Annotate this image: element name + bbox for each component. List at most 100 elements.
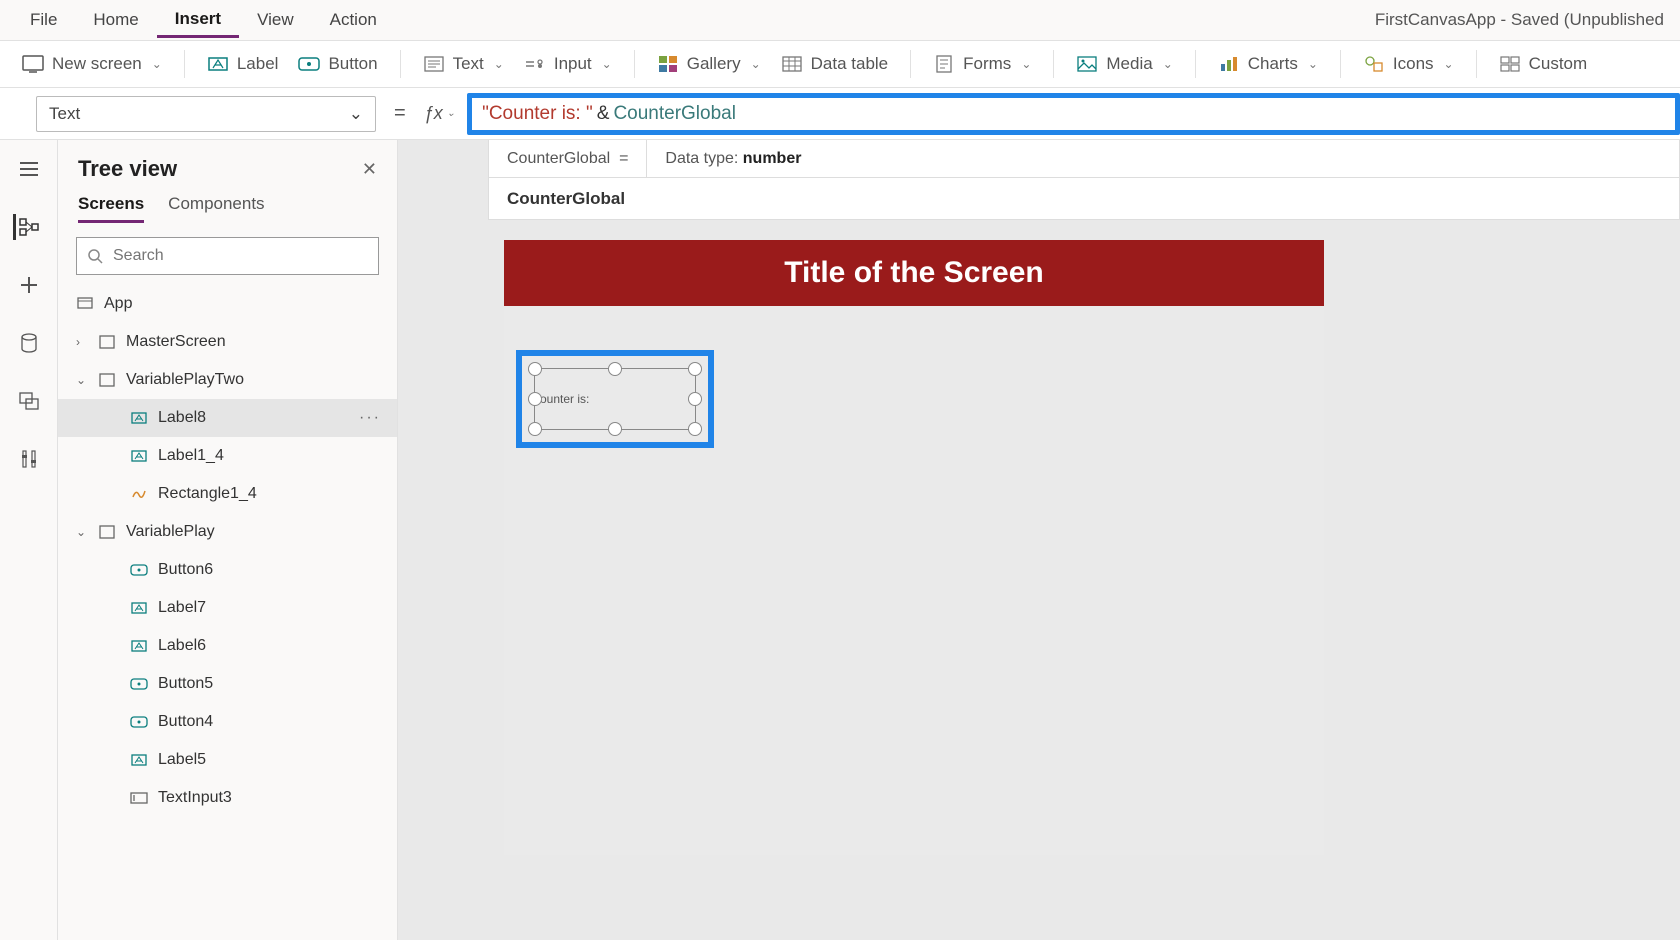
selected-control-highlight[interactable]: ounter is: [516, 350, 714, 448]
icons-button[interactable]: Icons ⌄ [1353, 50, 1464, 78]
resize-handle-ml[interactable] [528, 392, 542, 406]
tree-item-button5[interactable]: Button5 [58, 665, 397, 703]
tree-item-variableplay[interactable]: ⌄VariablePlay [58, 513, 397, 551]
resize-handle-bm[interactable] [608, 422, 622, 436]
menu-insert[interactable]: Insert [157, 3, 239, 38]
formula-identifier: CounterGlobal [613, 103, 736, 125]
resize-handle-tl[interactable] [528, 362, 542, 376]
variable-expression: CounterGlobal = [489, 140, 647, 177]
intellisense-suggestion[interactable]: CounterGlobal [488, 178, 1680, 220]
menu-view[interactable]: View [239, 4, 312, 36]
chevron-down-icon: ⌄ [1021, 57, 1031, 71]
expand-icon[interactable]: › [76, 335, 88, 349]
search-input[interactable] [113, 247, 368, 265]
divider [1053, 50, 1054, 78]
data-type-label: Data type: [665, 150, 742, 168]
text-icon [423, 54, 445, 74]
body: Tree view ✕ Screens Components App›Maste… [0, 140, 1680, 940]
media-panel-icon[interactable] [15, 388, 43, 414]
input-icon [524, 54, 546, 74]
resize-handle-bl[interactable] [528, 422, 542, 436]
button-button[interactable]: Button [288, 50, 387, 78]
tree-view-icon[interactable] [13, 214, 41, 240]
tab-components[interactable]: Components [168, 194, 264, 223]
expand-icon[interactable]: ⌄ [76, 373, 88, 387]
resize-handle-tr[interactable] [688, 362, 702, 376]
text-btn-label: Text [453, 54, 484, 74]
label-icon [130, 600, 148, 616]
tree-header: Tree view ✕ [58, 140, 397, 194]
media-btn-label: Media [1106, 54, 1152, 74]
tree-item-label: Label8 [158, 409, 206, 427]
chevron-down-icon: ⌄ [602, 57, 612, 71]
data-table-button[interactable]: Data table [771, 50, 899, 78]
tree-item-label: Label7 [158, 599, 206, 617]
hamburger-icon[interactable] [15, 156, 43, 182]
tree-item-label: Button5 [158, 675, 213, 693]
menu-bar: File Home Insert View Action FirstCanvas… [0, 0, 1680, 40]
screen-title-bar: Title of the Screen [504, 240, 1324, 306]
tree-item-textinput3[interactable]: TextInput3 [58, 779, 397, 817]
close-icon[interactable]: ✕ [362, 159, 377, 180]
tree-item-label6[interactable]: Label6 [58, 627, 397, 665]
charts-btn-label: Charts [1248, 54, 1298, 74]
divider [910, 50, 911, 78]
divider [1340, 50, 1341, 78]
tools-icon[interactable] [15, 446, 43, 472]
label-btn-label: Label [237, 54, 279, 74]
tree-item-label5[interactable]: Label5 [58, 741, 397, 779]
expand-icon[interactable]: ⌄ [76, 525, 88, 539]
menu-action[interactable]: Action [312, 4, 395, 36]
more-icon[interactable]: ··· [359, 409, 381, 427]
menu-file[interactable]: File [12, 4, 75, 36]
canvas-screen[interactable]: Title of the Screen [504, 240, 1324, 855]
selected-label-text: ounter is: [540, 392, 589, 406]
text-button[interactable]: Text ⌄ [413, 50, 514, 78]
chevron-down-icon: ⌄ [152, 57, 162, 71]
formula-input[interactable]: "Counter is: " & CounterGlobal [467, 93, 1680, 135]
formula-operator: & [593, 103, 614, 125]
label-button[interactable]: Label [197, 50, 289, 78]
charts-button[interactable]: Charts ⌄ [1208, 50, 1328, 78]
tab-screens[interactable]: Screens [78, 194, 144, 223]
canvas-area[interactable]: CounterGlobal = Data type: number Counte… [398, 140, 1680, 940]
charts-icon [1218, 54, 1240, 74]
data-icon[interactable] [15, 330, 43, 356]
forms-button[interactable]: Forms ⌄ [923, 50, 1041, 78]
tree-item-label7[interactable]: Label7 [58, 589, 397, 627]
divider [634, 50, 635, 78]
button-icon [130, 676, 148, 692]
icons-btn-label: Icons [1393, 54, 1434, 74]
tree-item-label1_4[interactable]: Label1_4 [58, 437, 397, 475]
custom-icon [1499, 54, 1521, 74]
add-icon[interactable] [15, 272, 43, 298]
new-screen-button[interactable]: New screen ⌄ [12, 50, 172, 78]
media-button[interactable]: Media ⌄ [1066, 50, 1182, 78]
chevron-down-icon: ⌄ [447, 108, 455, 119]
button-btn-label: Button [328, 54, 377, 74]
tree-search[interactable] [76, 237, 379, 275]
tree-item-label8[interactable]: Label8 ··· [58, 399, 397, 437]
menu-home[interactable]: Home [75, 4, 156, 36]
resize-handle-br[interactable] [688, 422, 702, 436]
tree-item-rectangle1_4[interactable]: Rectangle1_4 [58, 475, 397, 513]
intellisense-info: CounterGlobal = Data type: number [488, 140, 1680, 178]
tree-item-label: Button6 [158, 561, 213, 579]
tree-list[interactable]: App›MasterScreen⌄VariablePlayTwo Label8 ··… [58, 285, 397, 940]
resize-handle-tm[interactable] [608, 362, 622, 376]
tree-item-variableplaytwo[interactable]: ⌄VariablePlayTwo [58, 361, 397, 399]
fx-button[interactable]: ƒx⌄ [424, 103, 455, 124]
property-selector[interactable]: Text ⌄ [36, 96, 376, 132]
tree-item-label: TextInput3 [158, 789, 232, 807]
tree-item-app[interactable]: App [58, 285, 397, 323]
tree-item-button6[interactable]: Button6 [58, 551, 397, 589]
custom-btn-label: Custom [1529, 54, 1588, 74]
gallery-button[interactable]: Gallery ⌄ [647, 50, 771, 78]
forms-icon [933, 54, 955, 74]
input-button[interactable]: Input ⌄ [514, 50, 622, 78]
tree-item-masterscreen[interactable]: ›MasterScreen [58, 323, 397, 361]
resize-handle-mr[interactable] [688, 392, 702, 406]
tree-item-label: Rectangle1_4 [158, 485, 257, 503]
tree-item-button4[interactable]: Button4 [58, 703, 397, 741]
custom-button[interactable]: Custom [1489, 50, 1598, 78]
